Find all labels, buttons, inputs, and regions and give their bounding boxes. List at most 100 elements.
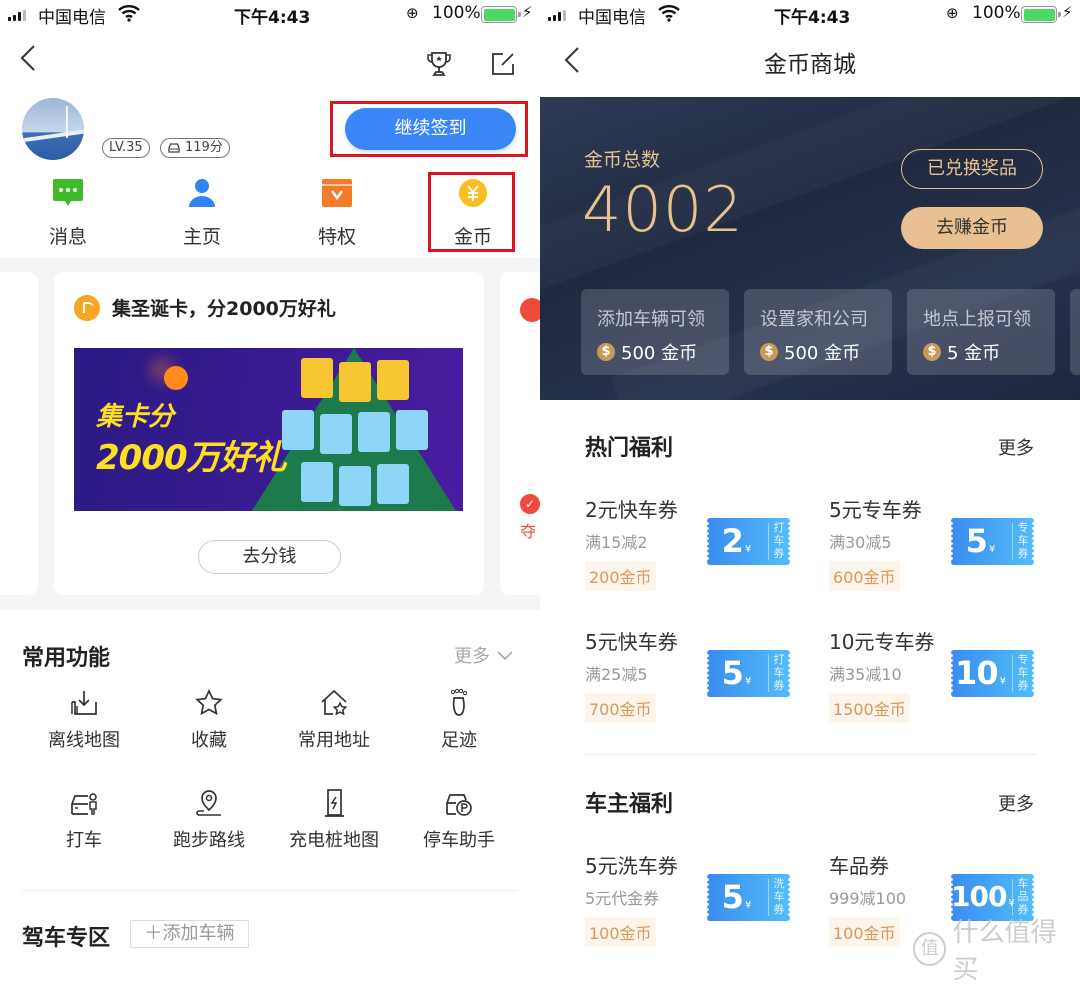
function-favorites[interactable]: 收藏 <box>159 688 259 752</box>
quick-nav-homepage[interactable]: 主页 <box>152 178 252 249</box>
coin-mall-screen: 中国电信 下午4:43 ⊕ 100% ⚡ 金币商城 金币总数 4002 已兑换奖… <box>540 0 1080 958</box>
owner-benefits-title: 车主福利 <box>585 792 674 817</box>
christmas-banner-image[interactable]: 集卡分 2000万好礼 <box>74 348 463 511</box>
function-taxi[interactable]: 打车 <box>34 788 134 852</box>
coupon-ticket-icon: 5 ¥ 打车券 <box>705 650 792 697</box>
redeemed-prizes-button[interactable]: 已兑换奖品 <box>901 149 1043 189</box>
card-ornament <box>377 464 409 504</box>
add-vehicle-button[interactable]: ＋添加车辆 <box>130 920 249 948</box>
divider <box>585 754 1037 755</box>
continue-sign-in-button[interactable]: 继续签到 <box>345 108 516 150</box>
trophy-button[interactable] <box>426 51 454 79</box>
footprint-icon <box>450 688 468 716</box>
function-footprint[interactable]: 足迹 <box>409 688 509 752</box>
dollar-coin-icon: $ <box>923 343 941 361</box>
divider <box>22 890 518 891</box>
quick-nav-privilege[interactable]: 特权 <box>287 178 387 249</box>
edit-button[interactable] <box>490 51 518 79</box>
wifi-icon <box>118 4 140 27</box>
back-button[interactable] <box>20 44 36 80</box>
quick-nav-label: 消息 <box>48 226 87 248</box>
card-hat <box>320 414 352 454</box>
partial-label: 夺 <box>520 522 537 541</box>
battery-percent: 100% <box>972 3 1021 23</box>
parking-icon <box>446 794 472 816</box>
star-icon <box>195 689 223 716</box>
trophy-icon <box>427 52 451 76</box>
battery-icon <box>1021 6 1061 23</box>
common-functions-title: 常用功能 <box>22 646 111 671</box>
carrier-name: 中国电信 <box>38 8 106 28</box>
clock: 下午4:43 <box>774 8 851 28</box>
quick-nav-label: 特权 <box>317 226 356 248</box>
offer-item[interactable]: 10元专车券 满35减10 1500金币 10 ¥ 专车券 <box>829 626 1059 736</box>
hot-benefits-title: 热门福利 <box>585 436 674 461</box>
message-icon <box>53 179 83 206</box>
offer-item[interactable]: 5元洗车券 5元代金券 100金币 5 ¥ 洗车券 <box>585 850 815 958</box>
highlight-box-coins <box>428 172 515 252</box>
dollar-coin-icon: $ <box>760 343 778 361</box>
charging-station-icon <box>325 789 344 817</box>
price-tag: 700金币 <box>585 693 656 723</box>
function-charging-map[interactable]: 充电桩地图 <box>284 788 384 852</box>
avatar[interactable] <box>22 98 84 160</box>
owner-benefits-more-link[interactable]: 更多 <box>998 790 1034 816</box>
task-card-partial[interactable] <box>1070 289 1080 375</box>
coin-total-value: 4002 <box>582 173 744 246</box>
flag-icon <box>74 294 100 321</box>
offer-item[interactable]: 2元快车券 满15减2 200金币 2 ¥ 打车券 <box>585 494 815 604</box>
privilege-icon <box>322 179 352 207</box>
promo-card[interactable]: 集圣诞卡，分2000万好礼 集卡分 2000万好礼 去分钱 <box>54 272 484 595</box>
card-star <box>282 410 314 450</box>
watermark-text: 什么值得买 <box>952 918 1057 985</box>
coupon-ticket-icon: 10 ¥ 专车券 <box>949 650 1036 697</box>
charging-icon: ⚡ <box>1062 3 1073 21</box>
quick-nav-messages[interactable]: 消息 <box>18 178 118 249</box>
function-offline-map[interactable]: 离线地图 <box>34 688 134 752</box>
user-icon <box>189 179 215 207</box>
drive-score-badge: 119分 <box>160 138 230 158</box>
task-card[interactable]: 设置家和公司 $500 金币 <box>744 289 892 375</box>
task-card[interactable]: 添加车辆可领 $500 金币 <box>581 289 729 375</box>
battery-icon <box>481 6 521 23</box>
signal-icon <box>8 10 26 21</box>
charging-icon: ⚡ <box>522 3 533 21</box>
task-card[interactable]: 地点上报可领 $5 金币 <box>907 289 1055 375</box>
carousel-card-next[interactable]: ✓ 夺 <box>500 272 540 595</box>
coin-summary-panel: 金币总数 4002 已兑换奖品 去赚金币 添加车辆可领 $500 金币 设置家和… <box>540 97 1080 400</box>
home-star-icon <box>321 689 348 716</box>
battery-percent: 100% <box>432 3 481 23</box>
dollar-coin-icon: $ <box>597 343 615 361</box>
common-functions-more-button[interactable]: 更多 <box>454 642 514 668</box>
promo-carousel[interactable]: 集圣诞卡，分2000万好礼 集卡分 2000万好礼 去分钱 ✓ 夺 <box>0 258 540 610</box>
chevron-down-icon <box>497 651 513 661</box>
driving-zone-title: 驾车专区 <box>22 926 111 951</box>
earn-coins-button[interactable]: 去赚金币 <box>901 207 1043 249</box>
level-badge: LV.35 <box>102 138 150 158</box>
card-santa <box>301 358 333 398</box>
page-title: 金币商城 <box>764 52 856 78</box>
carousel-card-prev[interactable] <box>0 272 38 595</box>
watermark: 值 什么值得买 <box>913 912 1080 986</box>
price-tag: 100金币 <box>829 917 900 947</box>
promo-card-title: 集圣诞卡，分2000万好礼 <box>74 294 336 321</box>
profile-screen: 中国电信 下午4:43 ⊕ 100% ⚡ LV.35 119分 继续签到 消息 … <box>0 0 540 958</box>
offline-map-icon <box>71 691 97 715</box>
coupon-ticket-icon: 5 ¥ 洗车券 <box>705 874 792 921</box>
edit-icon <box>492 53 514 75</box>
status-bar: 中国电信 下午4:43 ⊕ 100% ⚡ <box>540 0 1080 30</box>
hot-benefits-more-link[interactable]: 更多 <box>998 434 1034 460</box>
function-common-address[interactable]: 常用地址 <box>284 688 384 752</box>
running-route-icon <box>196 790 221 816</box>
function-parking-assistant[interactable]: 停车助手 <box>409 788 509 852</box>
go-split-money-button[interactable]: 去分钱 <box>198 540 341 574</box>
offer-item[interactable]: 5元快车券 满25减5 700金币 5 ¥ 打车券 <box>585 626 815 736</box>
function-running-route[interactable]: 跑步路线 <box>159 788 259 852</box>
status-bar: 中国电信 下午4:43 ⊕ 100% ⚡ <box>0 0 540 30</box>
calendar-icon <box>520 298 540 322</box>
rotation-lock-icon: ⊕ <box>406 4 419 22</box>
drive-score: 119分 <box>185 140 223 155</box>
quick-nav-label: 主页 <box>182 226 221 248</box>
clock: 下午4:43 <box>234 8 311 28</box>
offer-item[interactable]: 5元专车券 满30减5 600金币 5 ¥ 专车券 <box>829 494 1059 604</box>
